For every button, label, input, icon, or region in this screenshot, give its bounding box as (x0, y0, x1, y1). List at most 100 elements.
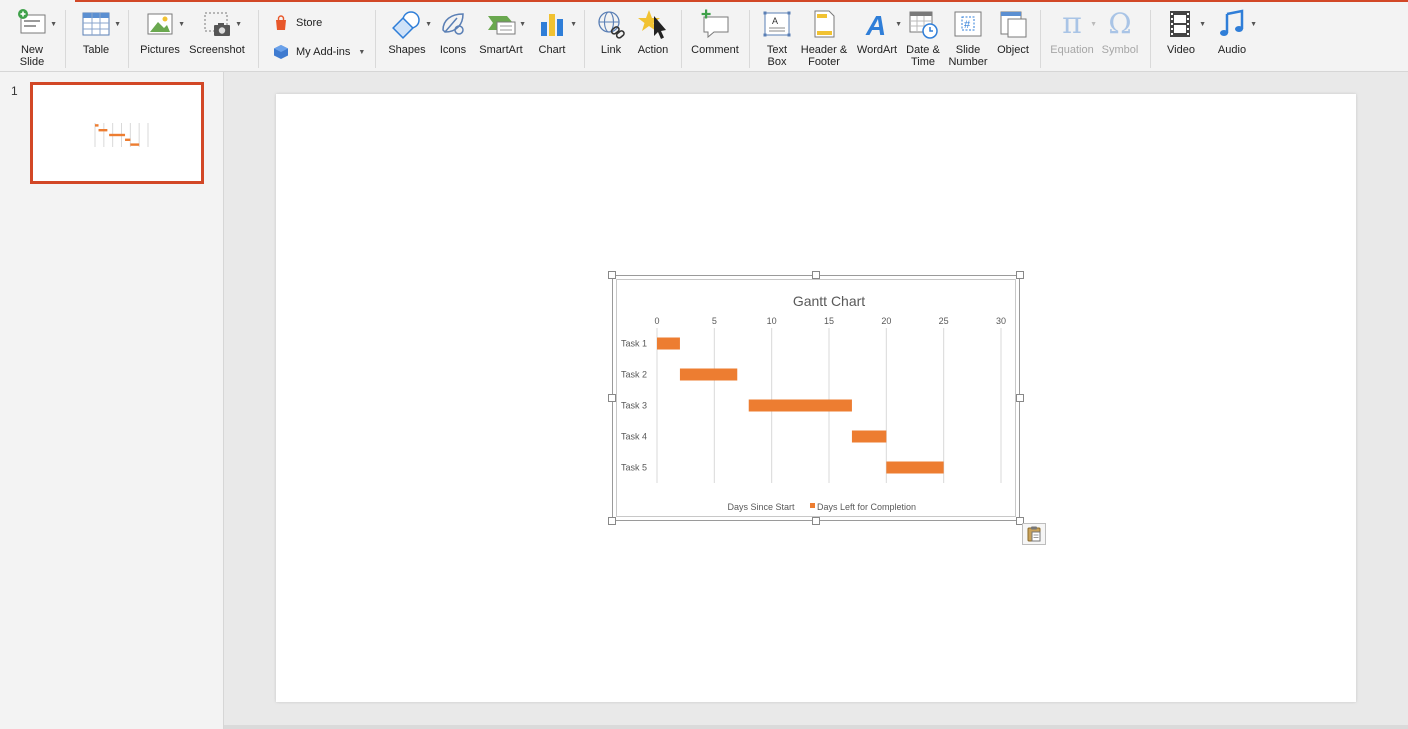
y-category-label: Task 1 (621, 339, 647, 349)
gantt-bar (748, 399, 852, 412)
link-icon (594, 8, 628, 40)
chevron-down-icon[interactable]: ▼ (358, 49, 365, 56)
link-button[interactable]: Link (594, 8, 628, 70)
icons-label: Icons (439, 44, 467, 56)
addins-icon (272, 43, 290, 61)
chevron-down-icon[interactable]: ▼ (235, 21, 242, 28)
chevron-down-icon[interactable]: ▼ (519, 21, 526, 28)
equation-button[interactable]: π ▼ Equation (1048, 6, 1097, 70)
store-button[interactable]: Store (272, 13, 322, 33)
music-note-icon: ▼ (1215, 8, 1257, 40)
table-icon: ▼ (79, 8, 121, 40)
icons-icon (436, 8, 470, 40)
chevron-down-icon[interactable]: ▼ (895, 21, 902, 28)
resize-handle-top-left[interactable] (608, 271, 616, 279)
chevron-down-icon[interactable]: ▼ (570, 21, 577, 28)
legend-series-start: Days Since Start (727, 502, 795, 512)
wordart-icon: A ▼ (860, 8, 902, 40)
svg-text:A: A (865, 10, 886, 40)
pictures-icon: ▼ (143, 8, 185, 40)
gantt-bar (886, 461, 944, 474)
wordart-button[interactable]: A ▼ WordArt (856, 8, 902, 70)
audio-label: Audio (1217, 44, 1247, 56)
my-addins-button[interactable]: My Add-ins ▼ (272, 42, 365, 62)
bar-chart-icon: ▼ (535, 8, 577, 40)
gantt-bar (109, 133, 126, 137)
resize-handle-top-right[interactable] (1016, 271, 1024, 279)
chevron-down-icon[interactable]: ▼ (1199, 21, 1206, 28)
object-label: Object (997, 44, 1029, 56)
object-button[interactable]: Object (994, 8, 1032, 70)
chart-button[interactable]: ▼ Chart (534, 8, 577, 70)
symbol-button[interactable]: Ω Symbol (1100, 8, 1140, 70)
calendar-clock-icon (906, 8, 940, 40)
x-tick-label: 20 (881, 316, 891, 326)
gantt-bar (95, 124, 99, 127)
header-footer-icon (807, 8, 841, 40)
table-button[interactable]: ▼ Table (76, 8, 121, 70)
resize-handle-top[interactable] (812, 271, 820, 279)
action-button[interactable]: Action (634, 8, 672, 70)
screenshot-button[interactable]: ▼ Screenshot (188, 8, 246, 70)
x-tick-label: 15 (824, 316, 834, 326)
text-box-label: Text Box (766, 44, 788, 68)
ribbon-insert: ▼ New Slide ▼ Table ▼ Pictures ▼ Screens… (0, 0, 1408, 72)
gantt-chart[interactable]: Gantt Chart 0 5 10 15 20 25 30 Task 1 Task 2 Task … (616, 279, 1016, 517)
x-tick-label: 0 (654, 316, 659, 326)
pictures-button[interactable]: ▼ Pictures (138, 8, 185, 70)
x-tick-label: 30 (996, 316, 1006, 326)
pictures-label: Pictures (140, 44, 180, 56)
shapes-button[interactable]: ▼ Shapes (386, 8, 432, 70)
object-icon (996, 8, 1030, 40)
x-tick-label: 5 (712, 316, 717, 326)
chevron-down-icon[interactable]: ▼ (1250, 21, 1257, 28)
chevron-down-icon[interactable]: ▼ (1090, 21, 1097, 28)
video-label: Video (1167, 44, 1195, 56)
paste-options-button[interactable] (1022, 523, 1046, 545)
action-label: Action (637, 44, 669, 56)
new-slide-icon: ▼ (15, 8, 57, 40)
smartart-button[interactable]: ▼ SmartArt (478, 8, 526, 70)
chart-selection-frame[interactable]: Gantt Chart 0 5 10 15 20 25 30 Task 1 Task 2 Task … (608, 271, 1024, 525)
legend-swatch (810, 503, 815, 508)
new-slide-button[interactable]: ▼ New Slide (10, 8, 57, 70)
chevron-down-icon[interactable]: ▼ (178, 21, 185, 28)
gantt-bar (679, 368, 738, 381)
header-footer-label: Header & Footer (800, 44, 848, 68)
symbol-label: Symbol (1101, 44, 1139, 56)
resize-handle-left[interactable] (608, 394, 616, 402)
y-category-label: Task 5 (621, 463, 647, 473)
video-button[interactable]: ▼ Video (1162, 8, 1206, 70)
pi-icon: π ▼ (1062, 6, 1097, 41)
slide-canvas[interactable]: Gantt Chart 0 5 10 15 20 25 30 Task 1 Task 2 Task … (276, 94, 1356, 702)
chevron-down-icon[interactable]: ▼ (114, 21, 121, 28)
comment-button[interactable]: Comment (690, 8, 740, 70)
status-strip (224, 725, 1408, 729)
slide-number-label: Slide Number (948, 44, 988, 68)
equation-label: Equation (1050, 44, 1094, 56)
resize-handle-right[interactable] (1016, 394, 1024, 402)
header-footer-button[interactable]: Header & Footer (800, 8, 848, 70)
table-label: Table (82, 44, 110, 56)
resize-handle-bottom-left[interactable] (608, 517, 616, 525)
chevron-down-icon[interactable]: ▼ (425, 21, 432, 28)
resize-handle-bottom[interactable] (812, 517, 820, 525)
clipboard-icon (1027, 526, 1041, 542)
icons-button[interactable]: Icons (436, 8, 470, 70)
text-box-button[interactable]: A Text Box (758, 8, 796, 70)
y-category-label: Task 3 (621, 401, 647, 411)
svg-text:A: A (772, 16, 778, 26)
chevron-down-icon[interactable]: ▼ (50, 21, 57, 28)
svg-text:#: # (964, 19, 971, 31)
film-icon: ▼ (1164, 8, 1206, 40)
audio-button[interactable]: ▼ Audio (1212, 8, 1257, 70)
store-icon (272, 14, 290, 32)
slide-number-button[interactable]: # Slide Number (946, 8, 990, 70)
comment-icon (698, 8, 732, 40)
date-time-button[interactable]: Date & Time (904, 8, 942, 70)
comment-label: Comment (691, 44, 739, 56)
gantt-bar (657, 337, 680, 350)
slide-thumbnail[interactable] (30, 82, 204, 184)
date-time-label: Date & Time (906, 44, 940, 68)
store-label: Store (296, 17, 323, 29)
